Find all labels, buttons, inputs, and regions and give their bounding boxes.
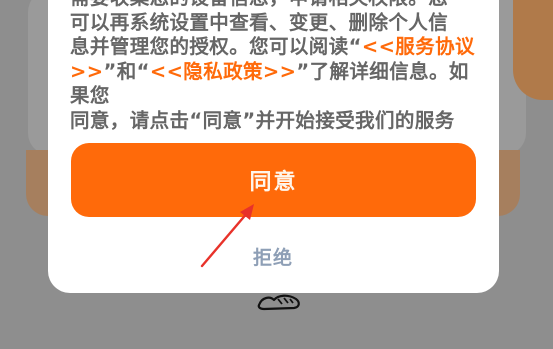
- service-agreement-link[interactable]: <<服务协议: [362, 35, 475, 58]
- policy-text-line: 需要收集您的设备信息，申请相关权限。您: [70, 0, 484, 11]
- privacy-policy-link[interactable]: <<隐私政策>>: [150, 60, 297, 83]
- policy-text: 需要收集您的设备信息，申请相关权限。您 可以再系统设置中查看、变更、删除个人信 …: [70, 0, 484, 133]
- red-arrow-icon: [200, 204, 254, 268]
- background-corner-shape: [513, 0, 553, 100]
- policy-text-line: 同意，请点击“同意”并开始接受我们的服务: [70, 108, 455, 132]
- policy-text-segment: ”和“: [103, 59, 150, 83]
- policy-text-line: 息并管理您的授权。您可以阅读“<<服务协议: [70, 35, 484, 60]
- policy-text-line: 可以再系统设置中查看、变更、删除个人信: [70, 10, 449, 34]
- policy-text-segment: 息并管理您的授权。您可以阅读“: [70, 35, 362, 58]
- policy-text-line: >>”和“<<隐私政策>>”了解详细信息。如果您: [70, 60, 484, 109]
- agree-button[interactable]: 同意: [71, 143, 476, 217]
- service-agreement-link-end[interactable]: >>: [70, 60, 103, 83]
